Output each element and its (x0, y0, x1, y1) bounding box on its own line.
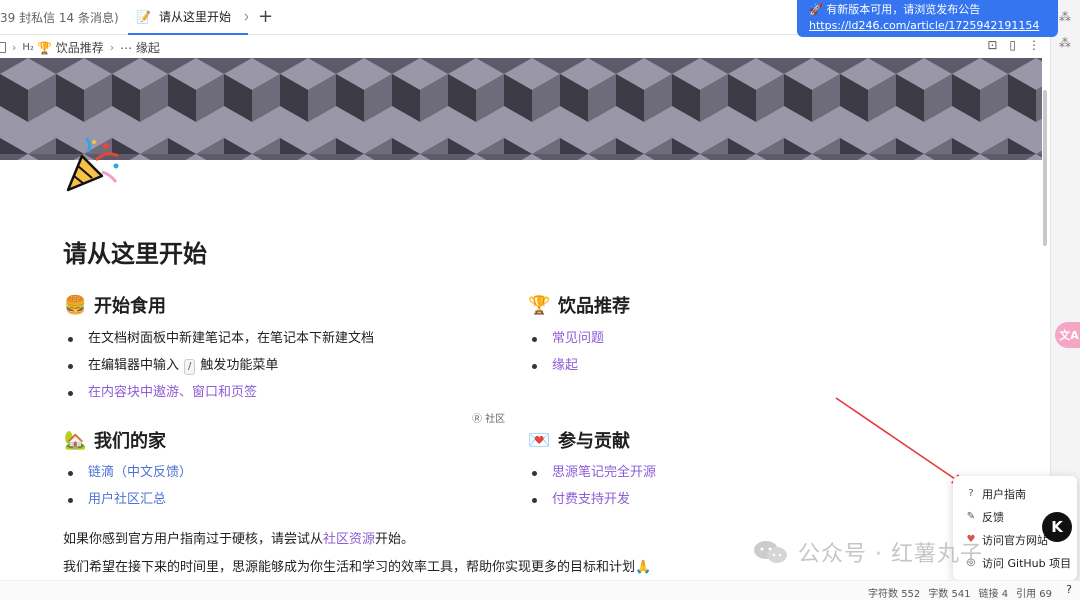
item-text: 在编辑器中输入 (88, 358, 180, 373)
heading-text: 开始食用 (94, 296, 166, 317)
file-icon[interactable]: ▯ (1009, 38, 1016, 52)
list-item[interactable]: 在编辑器中输入 / 触发功能菜单 (63, 352, 374, 379)
heading-marker: H₂ (22, 41, 34, 53)
watermark-text: 公众号 · 红薯丸子 (798, 542, 983, 567)
avatar[interactable]: K (1042, 512, 1072, 542)
tab-label: 39 封私信 14 条消息) 儿 (0, 11, 118, 25)
love-letter-icon: 💌 (528, 429, 551, 451)
link-blocks[interactable]: 在内容块中遨游 (88, 385, 179, 400)
link-windows-tabs[interactable]: 窗口和页签 (192, 385, 257, 400)
help-icon[interactable]: ? (1066, 583, 1072, 596)
update-notification[interactable]: 🚀 有新版本可用，请浏览发布公告 https://ld246.com/artic… (797, 0, 1058, 37)
new-tab-button[interactable]: + (258, 6, 273, 27)
heading-text: 参与贡献 (558, 431, 630, 452)
list-start: 在文档树面板中新建笔记本，在笔记本下新建文档 在编辑器中输入 / 触发功能菜单 在内… (63, 325, 374, 406)
tab-label: 请从这里开始 (158, 10, 231, 24)
list-item[interactable]: 在内容块中遨游、窗口和页签 (63, 379, 374, 406)
doc-actions: ⊡ ▯ ⋮ (987, 38, 1040, 52)
breadcrumb: › H₂ 🏆 饮品推荐 › ⋯ 缘起 ⊡ ▯ ⋮ (0, 35, 1050, 59)
notebook-icon[interactable] (0, 41, 6, 53)
paragraph-community[interactable]: 如果你感到官方用户指南过于硬核，请尝试从社区资源开始。 (63, 528, 414, 547)
stat-chars: 字符数 552 (868, 589, 921, 600)
stat-links: 链接 4 (978, 589, 1009, 600)
section-heading-drinks[interactable]: 🏆 饮品推荐 (528, 292, 630, 318)
menu-label: 访问 GitHub 项目 (982, 556, 1072, 570)
doc-title[interactable]: 请从这里开始 (63, 234, 207, 269)
graph-icon[interactable]: ⁂ (1059, 10, 1071, 24)
scrollbar[interactable] (1043, 90, 1047, 246)
wechat-icon (754, 541, 787, 563)
status-bar: 字符数 552 字数 541 链接 4 引用 69 ? (0, 580, 1080, 600)
community-tag[interactable]: Ⓡ 社区 (472, 410, 505, 425)
tab-messages[interactable]: 39 封私信 14 条消息) 儿 (0, 0, 118, 35)
list-item[interactable]: 缘起 (527, 352, 604, 379)
link-faq[interactable]: 常见问题 (552, 331, 604, 346)
list-item[interactable]: 链滴（中文反馈） (63, 459, 192, 486)
link-sponsor[interactable]: 付费支持开发 (552, 492, 630, 507)
question-icon: ? (968, 488, 974, 499)
para-text: 如果你感到官方用户指南过于硬核，请尝试从 (63, 532, 324, 547)
house-icon: 🏡 (64, 429, 87, 451)
list-home: 链滴（中文反馈） 用户社区汇总 (63, 459, 192, 513)
trophy-icon: 🏆 (528, 294, 551, 316)
relations-icon[interactable]: ⁂ (1059, 36, 1071, 50)
chevron-right-icon: › (12, 40, 17, 54)
heading-text: 我们的家 (94, 431, 166, 452)
item-text: 触发功能菜单 (200, 358, 279, 373)
pencil-icon: 📝 (136, 9, 151, 24)
menu-label: 访问官方网站 (982, 533, 1048, 547)
menu-label: 用户指南 (982, 487, 1026, 501)
cube-pattern (0, 58, 1042, 160)
section-heading-home[interactable]: 🏡 我们的家 (64, 427, 166, 453)
kbd-slash: / (184, 359, 196, 375)
list-item[interactable]: 付费支持开发 (527, 486, 656, 513)
lock-icon[interactable]: ⊡ (987, 38, 997, 52)
stat-refs: 引用 69 (1016, 589, 1052, 600)
list-item[interactable]: 常见问题 (527, 325, 604, 352)
watermark: 公众号 · 红薯丸子 (752, 536, 983, 568)
link-origin[interactable]: 缘起 (552, 358, 578, 373)
more-icon[interactable]: ⋮ (1028, 38, 1040, 52)
notification-message: 🚀 有新版本可用，请浏览发布公告 (809, 3, 981, 16)
close-icon[interactable]: × (243, 10, 248, 24)
feedback-icon: ✎ (966, 511, 976, 522)
item-text: 在文档树面板中新建笔记本，在笔记本下新建文档 (88, 331, 375, 346)
section-heading-contribute[interactable]: 💌 参与贡献 (528, 427, 630, 453)
menu-label: 反馈 (982, 510, 1004, 524)
list-drinks: 常见问题 缘起 (527, 325, 604, 379)
link-ld246[interactable]: 链滴（中文反馈） (88, 465, 192, 480)
link-open-source[interactable]: 思源笔记完全开源 (552, 465, 656, 480)
item-sep: 、 (179, 385, 193, 400)
chevron-right-icon: › (109, 40, 115, 54)
breadcrumb-item[interactable]: ⋯ 缘起 (120, 39, 160, 56)
list-item[interactable]: 思源笔记完全开源 (527, 459, 656, 486)
list-item[interactable]: 用户社区汇总 (63, 486, 192, 513)
link-community-resources[interactable]: 社区资源 (323, 532, 375, 547)
notification-link[interactable]: https://ld246.com/article/1725942191154 (809, 18, 1046, 34)
menu-item-user-guide[interactable]: ? 用户指南 (953, 482, 1077, 505)
translate-button[interactable]: 文A (1055, 322, 1080, 348)
section-heading-start[interactable]: 🍔 开始食用 (64, 292, 166, 318)
paragraph-hope[interactable]: 我们希望在接下来的时间里，思源能够成为你生活和学习的效率工具，帮助你实现更多的目… (63, 556, 651, 575)
doc-banner (0, 58, 1042, 160)
heading-text: 饮品推荐 (558, 296, 630, 317)
para-text: 开始。 (375, 532, 415, 547)
link-community[interactable]: 用户社区汇总 (88, 492, 166, 507)
stat-words: 字数 541 (928, 589, 971, 600)
tab-start-here[interactable]: 📝 请从这里开始 × (128, 0, 248, 35)
list-contribute: 思源笔记完全开源 付费支持开发 (527, 459, 656, 513)
burger-icon: 🍔 (64, 294, 87, 316)
list-item[interactable]: 在文档树面板中新建笔记本，在笔记本下新建文档 (63, 325, 374, 352)
breadcrumb-item[interactable]: 🏆 饮品推荐 (37, 39, 104, 56)
doc-stats: 字符数 552 字数 541 链接 4 引用 69 (868, 585, 1052, 600)
annotation-arrow (835, 397, 966, 487)
party-popper-icon[interactable] (62, 132, 126, 196)
